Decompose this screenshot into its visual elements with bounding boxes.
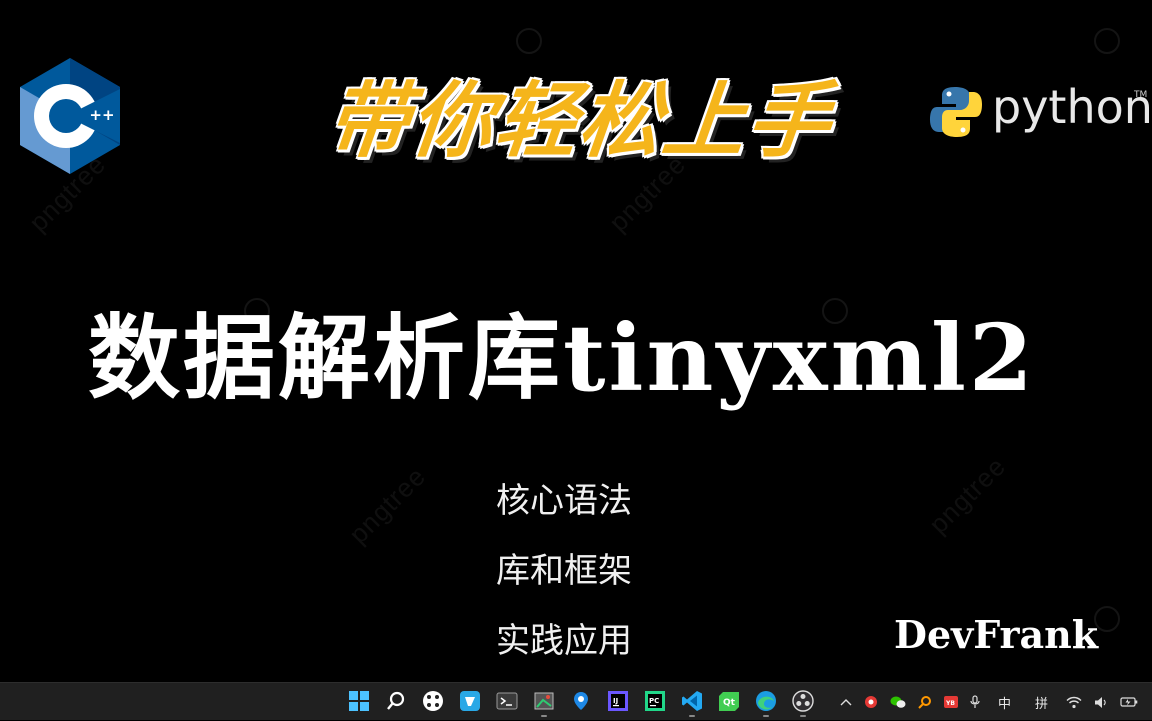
headline: 带你轻松上手	[322, 73, 837, 169]
search-icon[interactable]	[383, 688, 409, 714]
watermark: pngtree	[342, 460, 432, 550]
watermark: pngtree	[922, 450, 1012, 540]
pycharm-icon[interactable]: PC	[642, 688, 668, 714]
topic-item: 核心语法	[496, 481, 632, 521]
watermark-mark	[1094, 28, 1120, 54]
jetbrains-ij-icon[interactable]: IJ	[605, 688, 631, 714]
system-tray: YB 中 拼	[834, 683, 1144, 721]
video-frame: pngtree pngtree pngtree pngtree ++ 带你轻松上…	[0, 0, 1152, 682]
taskbar: IJ PC Qt YB 中 拼	[0, 682, 1152, 720]
tray-search-app-icon[interactable]	[918, 695, 932, 709]
tray-app-badge-icon[interactable]: YB	[943, 695, 958, 709]
app-dots-icon[interactable]	[420, 688, 446, 714]
python-wordmark: python	[992, 80, 1152, 134]
ime-mode-indicator[interactable]: 拼	[1035, 693, 1048, 712]
python-logo-icon	[930, 87, 982, 137]
ime-language-indicator[interactable]: 中	[998, 693, 1011, 712]
tray-overflow-chevron-icon[interactable]	[840, 697, 852, 707]
windows-start-icon[interactable]	[346, 688, 372, 714]
topic-item: 实践应用	[496, 621, 632, 661]
running-indicator	[799, 715, 806, 717]
watermark-mark	[516, 28, 542, 54]
obs-icon[interactable]	[790, 688, 816, 717]
brand-name: DevFrank	[894, 612, 1099, 657]
running-indicator	[688, 715, 695, 717]
svg-text:++: ++	[89, 106, 114, 124]
edge-icon[interactable]	[753, 688, 779, 717]
microphone-icon[interactable]	[970, 695, 980, 709]
running-indicator	[762, 715, 769, 717]
snipping-icon[interactable]	[531, 688, 557, 717]
terminal-icon[interactable]	[494, 688, 520, 714]
wechat-icon[interactable]	[890, 695, 906, 709]
svg-text:YB: YB	[945, 700, 955, 707]
python-trademark: TM	[1134, 90, 1148, 100]
maps-icon[interactable]	[568, 688, 594, 714]
wifi-icon[interactable]	[1066, 696, 1082, 709]
tray-app-red-icon[interactable]	[864, 695, 878, 709]
qt-icon[interactable]: Qt	[716, 688, 742, 714]
topic-list: 核心语法 库和框架 实践应用	[496, 478, 632, 682]
volume-icon[interactable]	[1094, 696, 1108, 709]
battery-icon[interactable]	[1120, 696, 1138, 708]
store-icon[interactable]	[457, 688, 483, 714]
svg-text:IJ: IJ	[613, 697, 618, 705]
vscode-icon[interactable]	[679, 688, 705, 717]
taskbar-apps: IJ PC Qt	[340, 688, 821, 717]
running-indicator	[540, 715, 547, 717]
svg-text:Qt: Qt	[723, 698, 736, 708]
svg-text:PC: PC	[649, 697, 659, 705]
cpp-logo-icon: ++	[20, 58, 120, 174]
main-title: 数据解析库tinyxml2	[88, 304, 1036, 412]
topic-item: 库和框架	[496, 551, 632, 591]
